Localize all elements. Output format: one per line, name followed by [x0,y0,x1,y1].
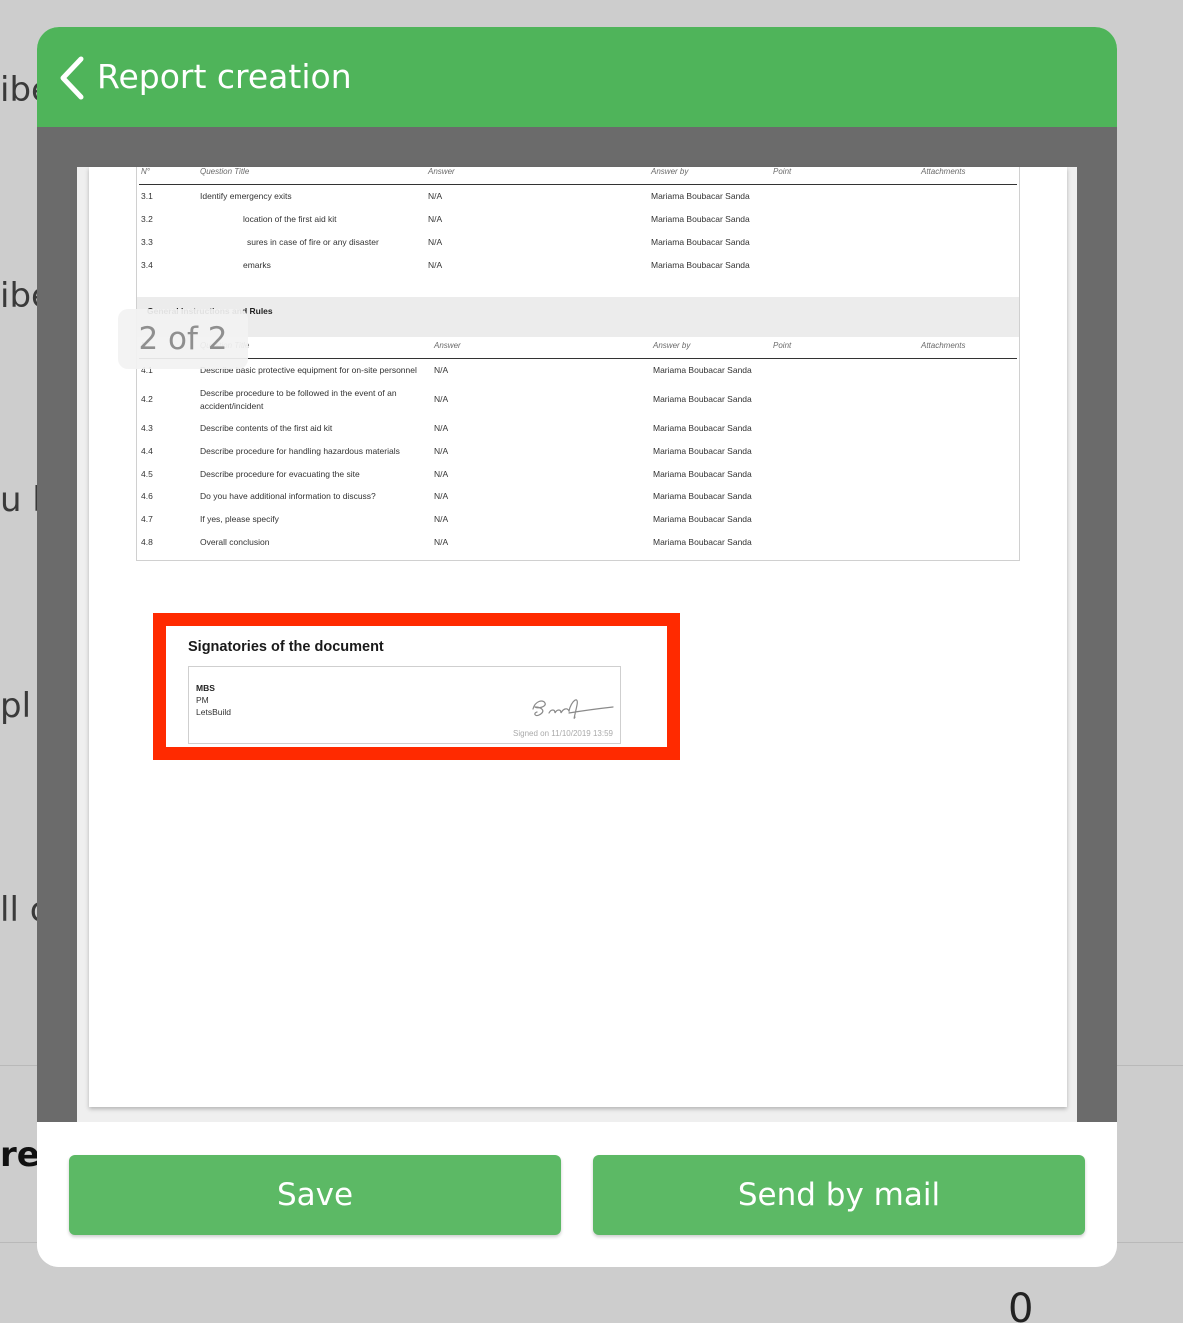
column-header: Point [773,341,792,350]
pdf-page: N° Question Title Answer Answer by Point… [89,167,1067,1107]
table-row: 4.3 Describe contents of the first aid k… [137,423,1019,446]
row-answer-by: Mariama Boubacar Sanda [651,191,750,201]
row-answer-by: Mariama Boubacar Sanda [653,394,752,404]
signatory-card: MBS PM LetsBuild Signed on 11/10/2019 13… [188,666,621,744]
signatory-company: LetsBuild [196,707,231,717]
row-answer: N/A [428,237,443,247]
row-answer: N/A [428,214,443,224]
row-number: 3.3 [141,237,153,247]
column-header: Attachments [921,167,966,176]
table-row: 3.3 sures in case of fire or any disaste… [137,237,1019,260]
row-number: 3.2 [141,214,153,224]
row-answer-by: Mariama Boubacar Sanda [651,237,750,247]
row-answer-by: Mariama Boubacar Sanda [651,260,750,270]
background-text-fragment: pl [0,686,32,726]
save-button[interactable]: Save [69,1155,561,1235]
row-answer: N/A [434,469,449,479]
row-answer: N/A [434,491,449,501]
table-row: 4.2 Describe procedure to be followed in… [137,387,1019,423]
row-number: 4.7 [141,514,153,524]
table-row: 3.1 Identify emergency exits N/A Mariama… [137,191,1019,214]
report-creation-modal: Report creation N° Question Title Answer… [37,27,1117,1267]
table-row: 4.4 Describe procedure for handling haza… [137,446,1019,469]
row-answer: N/A [434,394,449,404]
column-header: Answer by [653,341,691,350]
table-row: 4.8 Overall conclusion N/A Mariama Bouba… [137,537,1019,560]
signatories-highlight: Signatories of the document MBS PM LetsB… [153,613,680,760]
row-number: 4.2 [141,394,153,404]
send-by-mail-button[interactable]: Send by mail [593,1155,1085,1235]
row-answer-by: Mariama Boubacar Sanda [651,214,750,224]
row-number: 4.3 [141,423,153,433]
chevron-left-icon [57,55,87,101]
table-header: N° Question Title Answer Answer by Point… [139,167,1017,185]
background-text-fragment: re [0,1135,40,1175]
table-row: 4.1 Describe basic protective equipment … [137,365,1019,387]
modal-header: Report creation [37,27,1117,127]
signed-date: Signed on 11/10/2019 13:59 [513,729,613,738]
row-answer-by: Mariama Boubacar Sanda [653,365,752,375]
row-answer: N/A [428,191,443,201]
row-title: location of the first aid kit [243,214,337,224]
row-answer-by: Mariama Boubacar Sanda [653,446,752,456]
row-title: emarks [243,260,271,270]
row-title: sures in case of fire or any disaster [247,237,379,247]
column-header: N° [141,167,150,176]
row-title: Overall conclusion [200,537,270,547]
signatories-title: Signatories of the document [188,639,384,655]
table-header: N° Question Title Answer Answer by Point… [139,341,1017,359]
pdf-viewer[interactable]: N° Question Title Answer Answer by Point… [37,127,1117,1122]
column-header: Answer by [651,167,689,176]
row-number: 4.4 [141,446,153,456]
signatory-role: PM [196,695,209,705]
background-corner-glyph: 0 [1008,1286,1034,1323]
column-header: Point [773,167,792,176]
column-header: Question Title [200,167,250,176]
row-number: 4.8 [141,537,153,547]
row-answer: N/A [434,537,449,547]
row-answer: N/A [434,514,449,524]
row-answer: N/A [428,260,443,270]
row-number: 4.6 [141,491,153,501]
row-answer: N/A [434,446,449,456]
row-title: Describe procedure for handling hazardou… [200,446,400,456]
column-header: Answer [434,341,461,350]
row-title: Describe procedure to be followed in the… [200,388,397,398]
table-row: 3.2 location of the first aid kit N/A Ma… [137,214,1019,237]
table-row: 4.5 Describe procedure for evacuating th… [137,469,1019,491]
table-row: 4.7 If yes, please specify N/A Mariama B… [137,514,1019,537]
row-answer: N/A [434,423,449,433]
row-title: Describe procedure for evacuating the si… [200,469,360,479]
signature-image [529,691,615,729]
page-title: Report creation [97,57,352,96]
questions-document: N° Question Title Answer Answer by Point… [137,167,1019,560]
row-answer-by: Mariama Boubacar Sanda [653,469,752,479]
table-row: 4.6 Do you have additional information t… [137,491,1019,514]
row-number: 3.1 [141,191,153,201]
table-row: 3.4 emarks N/A Mariama Boubacar Sanda [137,260,1019,283]
row-number: 3.4 [141,260,153,270]
row-answer-by: Mariama Boubacar Sanda [653,491,752,501]
row-answer-by: Mariama Boubacar Sanda [653,537,752,547]
modal-footer: Save Send by mail [37,1122,1117,1267]
row-answer: N/A [434,365,449,375]
page-indicator-badge: 2 of 2 [118,309,248,369]
row-title: Identify emergency exits [200,191,292,201]
column-header: Answer [428,167,455,176]
signatory-name: MBS [196,683,215,693]
row-title: Describe contents of the first aid kit [200,423,333,433]
row-answer-by: Mariama Boubacar Sanda [653,514,752,524]
row-answer-by: Mariama Boubacar Sanda [653,423,752,433]
row-title-continued: accident/incident [200,401,264,411]
row-title: Do you have additional information to di… [200,491,376,501]
column-header: Attachments [921,341,966,350]
section-title: General Instructions and Rules [137,297,1019,337]
row-title: If yes, please specify [200,514,279,524]
row-number: 4.5 [141,469,153,479]
back-button[interactable] [57,53,87,103]
